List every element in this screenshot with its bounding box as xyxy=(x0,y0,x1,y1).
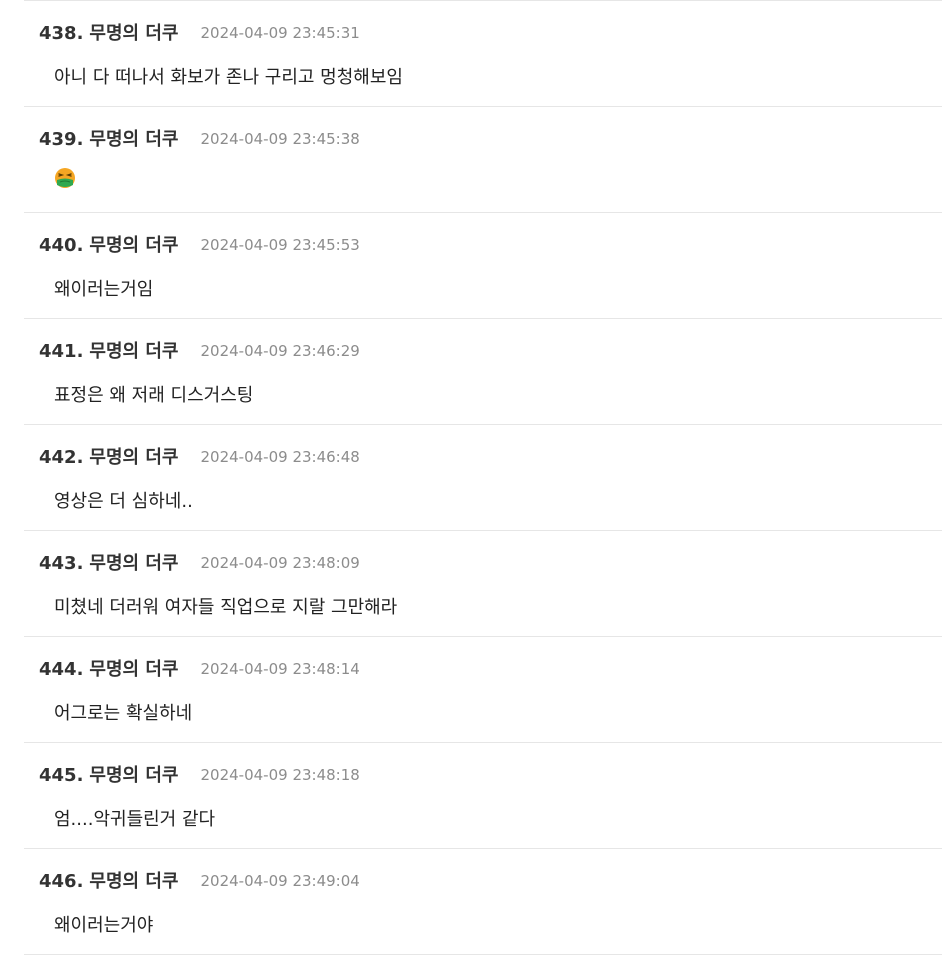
comment-author[interactable]: 무명의 더쿠 xyxy=(89,19,178,45)
comment-header: 445. 무명의 더쿠 2024-04-09 23:48:18 xyxy=(39,761,360,787)
comment-author[interactable]: 무명의 더쿠 xyxy=(89,655,178,681)
comment-author[interactable]: 무명의 더쿠 xyxy=(89,761,178,787)
comment-timestamp: 2024-04-09 23:45:38 xyxy=(200,130,360,148)
comment-timestamp: 2024-04-09 23:49:04 xyxy=(200,872,360,890)
comment-number[interactable]: 442. xyxy=(39,447,83,468)
comment-header: 439. 무명의 더쿠 2024-04-09 23:45:38 xyxy=(39,125,360,151)
comment-header: 444. 무명의 더쿠 2024-04-09 23:48:14 xyxy=(39,655,360,681)
comment-author[interactable]: 무명의 더쿠 xyxy=(89,443,178,469)
comment-timestamp: 2024-04-09 23:46:29 xyxy=(200,342,360,360)
nauseated-face-icon xyxy=(54,167,76,189)
comment-text xyxy=(54,167,76,194)
comment-number[interactable]: 445. xyxy=(39,765,83,786)
comment-header: 442. 무명의 더쿠 2024-04-09 23:46:48 xyxy=(39,443,360,469)
comment-text: 왜이러는거야 xyxy=(54,915,154,936)
comment-item: 445. 무명의 더쿠 2024-04-09 23:48:18 엄....악귀들린거… xyxy=(24,743,942,849)
comment-thread: 438. 무명의 더쿠 2024-04-09 23:45:31 아니 다 떠나서 화… xyxy=(0,0,942,963)
comment-text: 왜이러는거임 xyxy=(54,279,154,300)
comment-number[interactable]: 439. xyxy=(39,129,83,150)
comment-item: 442. 무명의 더쿠 2024-04-09 23:46:48 영상은 더 심하네.… xyxy=(24,425,942,531)
comment-timestamp: 2024-04-09 23:48:18 xyxy=(200,766,360,784)
comment-number[interactable]: 446. xyxy=(39,871,83,892)
comment-header: 440. 무명의 더쿠 2024-04-09 23:45:53 xyxy=(39,231,360,257)
comment-text: 어그로는 확실하네 xyxy=(54,703,193,724)
comment-timestamp: 2024-04-09 23:45:31 xyxy=(200,24,360,42)
comment-author[interactable]: 무명의 더쿠 xyxy=(89,125,178,151)
comment-header: 443. 무명의 더쿠 2024-04-09 23:48:09 xyxy=(39,549,360,575)
comment-item: 439. 무명의 더쿠 2024-04-09 23:45:38 xyxy=(24,107,942,213)
comment-header: 441. 무명의 더쿠 2024-04-09 23:46:29 xyxy=(39,337,360,363)
comment-number[interactable]: 443. xyxy=(39,553,83,574)
comment-author[interactable]: 무명의 더쿠 xyxy=(89,867,178,893)
comment-author[interactable]: 무명의 더쿠 xyxy=(89,549,178,575)
comment-item: 446. 무명의 더쿠 2024-04-09 23:49:04 왜이러는거야 xyxy=(24,849,942,955)
comment-timestamp: 2024-04-09 23:48:14 xyxy=(200,660,360,678)
comment-item: 444. 무명의 더쿠 2024-04-09 23:48:14 어그로는 확실하네 xyxy=(24,637,942,743)
comment-timestamp: 2024-04-09 23:46:48 xyxy=(200,448,360,466)
comment-timestamp: 2024-04-09 23:45:53 xyxy=(200,236,360,254)
comment-item: 443. 무명의 더쿠 2024-04-09 23:48:09 미쳤네 더러워 여자… xyxy=(24,531,942,637)
comment-header: 438. 무명의 더쿠 2024-04-09 23:45:31 xyxy=(39,19,360,45)
comment-header: 446. 무명의 더쿠 2024-04-09 23:49:04 xyxy=(39,867,360,893)
comment-number[interactable]: 438. xyxy=(39,23,83,44)
comment-number[interactable]: 441. xyxy=(39,341,83,362)
comment-text: 표정은 왜 저래 디스거스팅 xyxy=(54,385,254,406)
comment-timestamp: 2024-04-09 23:48:09 xyxy=(200,554,360,572)
comment-number[interactable]: 444. xyxy=(39,659,83,680)
comment-number[interactable]: 440. xyxy=(39,235,83,256)
comment-author[interactable]: 무명의 더쿠 xyxy=(89,337,178,363)
comment-text: 엄....악귀들린거 같다 xyxy=(54,809,216,830)
comment-text: 아니 다 떠나서 화보가 존나 구리고 멍청해보임 xyxy=(54,67,403,88)
comment-text: 영상은 더 심하네.. xyxy=(54,491,193,512)
comment-item: 441. 무명의 더쿠 2024-04-09 23:46:29 표정은 왜 저래 디… xyxy=(24,319,942,425)
comment-text: 미쳤네 더러워 여자들 직업으로 지랄 그만해라 xyxy=(54,597,398,618)
comment-item: 438. 무명의 더쿠 2024-04-09 23:45:31 아니 다 떠나서 화… xyxy=(24,1,942,107)
comment-item: 440. 무명의 더쿠 2024-04-09 23:45:53 왜이러는거임 xyxy=(24,213,942,319)
comment-author[interactable]: 무명의 더쿠 xyxy=(89,231,178,257)
